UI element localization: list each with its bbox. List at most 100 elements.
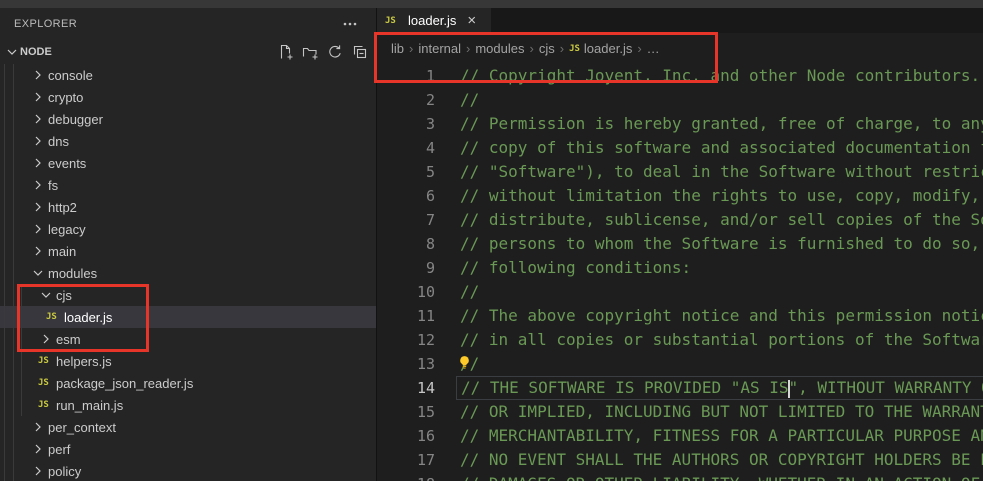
tree-item-perf[interactable]: perf [0,438,376,460]
code-line-6[interactable]: 6// without limitation the rights to use… [377,184,983,208]
line-text: // distribute, sublicense, and/or sell c… [456,208,983,232]
js-file-icon: JS [38,378,56,388]
tree-item-fs[interactable]: fs [0,174,376,196]
code-line-11[interactable]: 11// The above copyright notice and this… [377,304,983,328]
line-text: // [456,280,983,304]
code-line-17[interactable]: 17 // NO EVENT SHALL THE AUTHORS OR COPYR… [377,448,983,472]
line-number: 7 [377,211,435,229]
line-text: // persons to whom the Software is furni… [456,232,983,256]
code-line-18[interactable]: 18// DAMAGES OR OTHER LIABILITY, WHETHER… [377,472,983,481]
tree-item-policy[interactable]: policy [0,460,376,481]
tree-item-label: main [48,244,76,259]
line-text: // copy of this software and associated … [456,136,983,160]
tree-item-loader-js[interactable]: JSloader.js [0,306,376,328]
line-number: 18 [377,475,435,481]
refresh-icon[interactable] [327,44,343,60]
code-line-2[interactable]: 2// [377,88,983,112]
code-line-12[interactable]: 12 // in all copies or substantial portio… [377,328,983,352]
tree-item-cjs[interactable]: cjs [0,284,376,306]
chevron-right-icon [30,221,46,237]
tree-item-label: modules [48,266,97,281]
line-text: // MERCHANTABILITY, FITNESS FOR A PARTIC… [456,424,983,448]
code-line-4[interactable]: 4 // copy of this software and associated… [377,136,983,160]
code-line-5[interactable]: 5// "Software"), to deal in the Software… [377,160,983,184]
tree-item-run-main-js[interactable]: JSrun_main.js [0,394,376,416]
breadcrumb-label: lib [391,41,404,56]
line-text: // "Software"), to deal in the Software … [456,160,983,184]
code-line-13[interactable]: 13 // [377,352,983,376]
line-text: // NO EVENT SHALL THE AUTHORS OR COPYRIG… [456,448,983,472]
tree-item-label: events [48,156,86,171]
js-file-icon: JS [385,16,403,26]
tree-item-events[interactable]: events [0,152,376,174]
tree-item-console[interactable]: console [0,64,376,86]
chevron-down-icon [30,265,46,281]
more-actions-icon[interactable] [342,16,358,32]
chevron-right-icon [30,177,46,193]
tree-item-label: perf [48,442,70,457]
section-header-node[interactable]: NODE [0,40,376,64]
collapse-all-icon[interactable] [352,44,368,60]
line-number: 12 [377,331,435,349]
js-file-icon: JS [38,356,56,366]
code-line-16[interactable]: 16// MERCHANTABILITY, FITNESS FOR A PART… [377,424,983,448]
breadcrumb-item-modules[interactable]: modules [475,41,524,56]
tab-loader-js[interactable]: JS loader.js × [377,8,491,33]
chevron-right-icon [30,441,46,457]
new-folder-icon[interactable] [302,44,318,60]
tree-item-crypto[interactable]: crypto [0,86,376,108]
close-tab-icon[interactable]: × [467,13,476,28]
chevron-right-icon [30,463,46,479]
breadcrumb-item-lib[interactable]: lib [391,41,404,56]
explorer-sidebar: EXPLORER NODE console cryptodebuggerdns ev… [0,8,377,481]
line-number: 9 [377,259,435,277]
code-line-1[interactable]: 1// Copyright Joyent, Inc. and other Nod… [377,64,983,88]
new-file-icon[interactable] [277,44,293,60]
breadcrumb-item--[interactable]: … [647,41,660,56]
breadcrumb-item-loader-js[interactable]: JSloader.js [569,41,632,56]
tree-item-modules[interactable]: modules [0,262,376,284]
code-line-8[interactable]: 8// persons to whom the Software is furn… [377,232,983,256]
line-text: // in all copies or substantial portions… [456,328,983,352]
tree-item-http2[interactable]: http2 [0,196,376,218]
chevron-right-icon [30,111,46,127]
line-text: // Permission is hereby granted, free of… [456,112,983,136]
tree-item-dns[interactable]: dns [0,130,376,152]
line-number: 13 [377,355,435,373]
tree-item-package-json-reader-js[interactable]: JSpackage_json_reader.js [0,372,376,394]
tree-item-label: package_json_reader.js [56,376,193,391]
tree-item-legacy[interactable]: legacy [0,218,376,240]
line-text: // [456,352,983,376]
code-line-14[interactable]: 14// THE SOFTWARE IS PROVIDED "AS IS", W… [377,376,983,400]
line-number: 10 [377,283,435,301]
line-number: 1 [377,67,435,85]
line-number: 6 [377,187,435,205]
breadcrumb-label: … [647,41,660,56]
indent-guide [4,64,5,481]
js-file-icon: JS [46,312,64,322]
tree-item-label: run_main.js [56,398,123,413]
explorer-title: EXPLORER [14,18,77,30]
code-line-3[interactable]: 3// Permission is hereby granted, free o… [377,112,983,136]
breadcrumb-item-cjs[interactable]: cjs [539,41,555,56]
code-line-7[interactable]: 7 // distribute, sublicense, and/or sell … [377,208,983,232]
tree-item-esm[interactable]: esm [0,328,376,350]
code-line-15[interactable]: 15// OR IMPLIED, INCLUDING BUT NOT LIMIT… [377,400,983,424]
code-line-9[interactable]: 9// following conditions: [377,256,983,280]
lightbulb-icon[interactable] [457,355,472,370]
tab-bar: JS loader.js × [377,8,983,33]
breadcrumb-item-internal[interactable]: internal [418,41,461,56]
tree-item-main[interactable]: main [0,240,376,262]
chevron-right-icon [30,243,46,259]
line-number: 17 [377,451,435,469]
tree-item-label: console [48,68,93,83]
chevron-right-icon [38,331,54,347]
line-number: 4 [377,139,435,157]
breadcrumb-separator: › [409,41,413,56]
tree-item-debugger[interactable]: debugger [0,108,376,130]
code-line-10[interactable]: 10 // [377,280,983,304]
chevron-right-icon [30,67,46,83]
vscode-window: EXPLORER NODE console cryptodebuggerdns ev… [0,0,983,481]
tree-item-helpers-js[interactable]: JShelpers.js [0,350,376,372]
tree-item-per-context[interactable]: per_context [0,416,376,438]
